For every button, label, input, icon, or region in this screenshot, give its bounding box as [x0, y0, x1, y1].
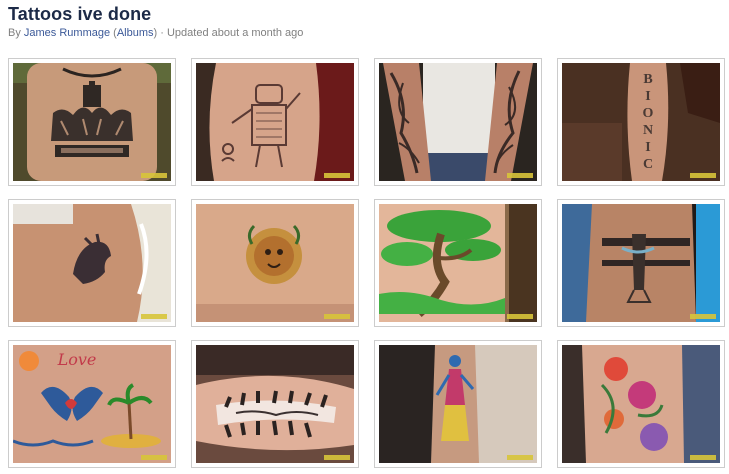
photo-grid: B I O N I C Love: [8, 58, 726, 470]
photo-armband-tattoo: [562, 204, 720, 322]
photo-lion-tattoo: [196, 204, 354, 322]
album-page: Tattoos ive done By James Rummage (Album…: [0, 0, 729, 474]
photo-thumb-sleeves[interactable]: [374, 58, 542, 186]
photo-thumb-ripped-skin[interactable]: [191, 340, 359, 468]
updated-text: · Updated about a month ago: [157, 27, 304, 39]
photo-thumb-figure[interactable]: [374, 340, 542, 468]
photo-ripped-skin-tattoo: [196, 345, 354, 463]
photo-thumb-bonsai[interactable]: [374, 199, 542, 327]
svg-text:I: I: [645, 140, 650, 155]
svg-text:I: I: [645, 89, 650, 104]
photo-bonsai-tattoo: [379, 204, 537, 322]
photo-thumb-lion[interactable]: [191, 199, 359, 327]
photo-crown-tattoo: [13, 63, 171, 181]
photo-thumb-koi[interactable]: [557, 340, 725, 468]
svg-text:N: N: [643, 123, 653, 138]
album-title: Tattoos ive done: [8, 4, 152, 24]
byline-prefix: By: [8, 27, 21, 39]
author-link[interactable]: James Rummage: [24, 27, 110, 39]
photo-horse-tattoo: [13, 204, 171, 322]
photo-thumb-dolphins[interactable]: Love: [8, 340, 176, 468]
photo-robot-tattoo: [196, 63, 354, 181]
photo-thumb-armband[interactable]: [557, 199, 725, 327]
svg-text:B: B: [643, 72, 652, 87]
svg-text:C: C: [643, 157, 653, 172]
album-byline: By James Rummage (Albums) · Updated abou…: [8, 27, 303, 39]
svg-text:Love: Love: [57, 350, 97, 369]
photo-thumb-robot[interactable]: [191, 58, 359, 186]
photo-forearm-sleeves-tattoo: [379, 63, 537, 181]
photo-bionic-lettering-tattoo: B I O N I C: [562, 63, 720, 181]
photo-figure-tattoo: [379, 345, 537, 463]
svg-text:O: O: [643, 106, 654, 121]
photo-thumb-crown[interactable]: [8, 58, 176, 186]
photo-dolphins-tattoo: Love: [13, 345, 171, 463]
photo-thumb-horse[interactable]: [8, 199, 176, 327]
photo-thumb-bionic[interactable]: B I O N I C: [557, 58, 725, 186]
photo-koi-tattoo: [562, 345, 720, 463]
albums-link[interactable]: Albums: [117, 27, 154, 39]
